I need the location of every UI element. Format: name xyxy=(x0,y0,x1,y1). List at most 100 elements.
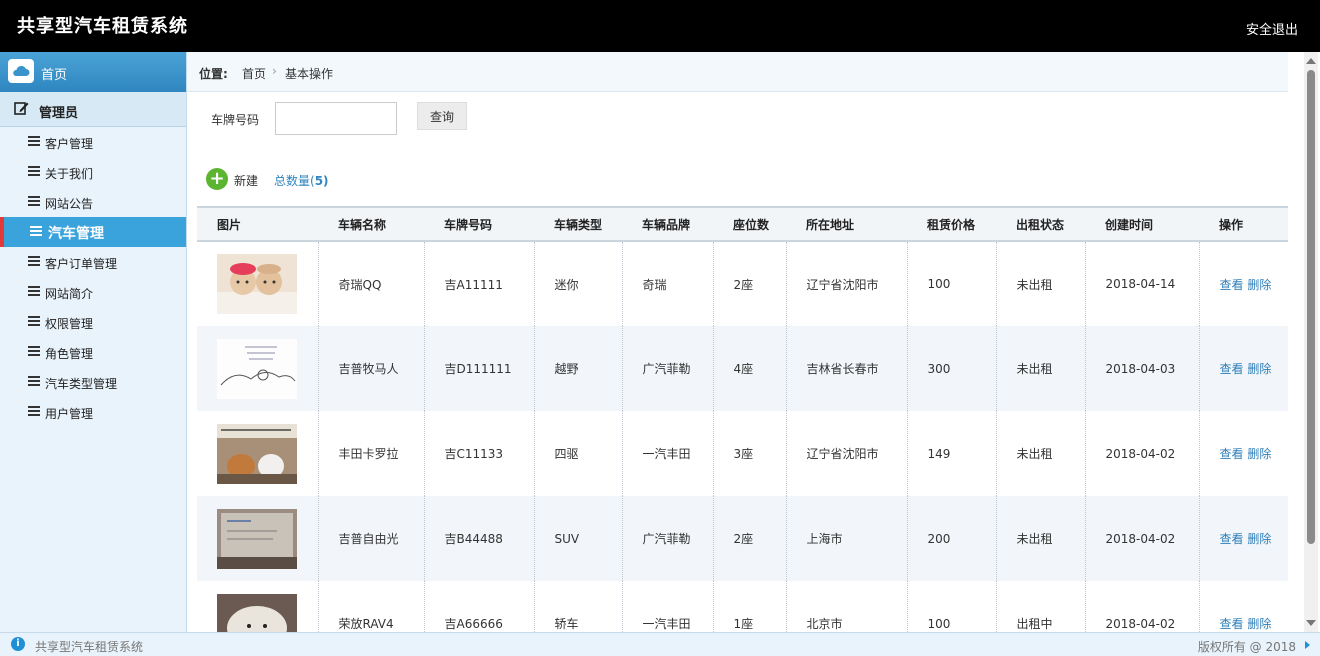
sidebar-home-label: 首页 xyxy=(41,68,68,83)
car-type: 越野 xyxy=(534,326,623,411)
car-address: 辽宁省沈阳市 xyxy=(786,411,908,496)
top-bar: 共享型汽车租赁系统 安全退出 xyxy=(0,0,1320,52)
cloud-icon xyxy=(8,59,34,83)
car-created: 2018-04-03 xyxy=(1085,326,1200,411)
sidebar-item-permissions[interactable]: 权限管理 xyxy=(0,307,186,337)
breadcrumb-position-label: 位置: xyxy=(199,67,228,81)
row-actions: 查看 删除 xyxy=(1199,581,1288,632)
sidebar-item-label: 客户管理 xyxy=(45,137,94,151)
sidebar-home[interactable]: 首页 xyxy=(0,52,186,92)
breadcrumb-separator: › xyxy=(272,64,277,78)
caret-right-icon[interactable] xyxy=(1305,641,1310,649)
column-header: 操作 xyxy=(1199,206,1288,242)
sidebar-item-label: 汽车管理 xyxy=(48,226,104,242)
view-link[interactable]: 查看 xyxy=(1220,447,1244,461)
car-name: 吉普自由光 xyxy=(318,496,425,581)
delete-link[interactable]: 删除 xyxy=(1247,532,1271,546)
delete-link[interactable]: 删除 xyxy=(1247,447,1271,461)
column-header: 创建时间 xyxy=(1085,206,1199,242)
car-brand: 广汽菲勒 xyxy=(622,326,714,411)
search-button[interactable]: 查询 xyxy=(417,102,467,130)
footer: i 共享型汽车租赁系统 版权所有 @ 2018 xyxy=(0,632,1320,656)
sidebar-item-label: 网站简介 xyxy=(45,287,94,301)
car-image-cell xyxy=(197,241,319,326)
car-status: 出租中 xyxy=(996,581,1086,632)
view-link[interactable]: 查看 xyxy=(1220,278,1244,292)
logout-link[interactable]: 安全退出 xyxy=(1246,19,1298,38)
app-title: 共享型汽车租赁系统 xyxy=(17,16,188,37)
car-thumbnail[interactable] xyxy=(217,254,297,314)
sidebar-item-users[interactable]: 用户管理 xyxy=(0,397,186,427)
plate-search-label: 车牌号码 xyxy=(211,113,260,127)
plate-search-input[interactable] xyxy=(275,102,397,135)
car-created: 2018-04-02 xyxy=(1085,581,1200,632)
car-brand: 一汽丰田 xyxy=(622,581,714,632)
car-name: 丰田卡罗拉 xyxy=(318,411,425,496)
sidebar-item-car-types[interactable]: 汽车类型管理 xyxy=(0,367,186,397)
table-row: 吉普自由光 吉B44488 SUV 广汽菲勒 2座 上海市 200 未出租 20… xyxy=(197,496,1288,581)
car-price: 100 xyxy=(907,581,997,632)
row-actions: 查看 删除 xyxy=(1199,411,1288,496)
car-thumbnail[interactable] xyxy=(217,423,297,484)
sidebar-item-label: 网站公告 xyxy=(45,197,94,211)
delete-link[interactable]: 删除 xyxy=(1247,362,1271,376)
column-header: 车辆名称 xyxy=(318,206,424,242)
scrollbar-thumb[interactable] xyxy=(1307,70,1315,544)
car-type: 四驱 xyxy=(534,411,623,496)
car-address: 北京市 xyxy=(786,581,908,632)
sidebar-item-label: 用户管理 xyxy=(45,407,94,421)
car-plate: 吉A66666 xyxy=(424,581,535,632)
sidebar-item-about[interactable]: 关于我们 xyxy=(0,157,186,187)
view-link[interactable]: 查看 xyxy=(1220,617,1244,631)
sidebar-item-label: 关于我们 xyxy=(45,167,94,181)
car-thumbnail[interactable] xyxy=(217,593,297,633)
list-icon xyxy=(28,166,40,177)
sidebar-item-label: 客户订单管理 xyxy=(45,257,118,271)
scroll-up-arrow-icon[interactable] xyxy=(1306,58,1316,64)
edit-icon xyxy=(14,101,29,119)
car-address: 吉林省长春市 xyxy=(786,326,908,411)
row-actions: 查看 删除 xyxy=(1199,326,1288,411)
breadcrumb: 位置: 首页 › 基本操作 xyxy=(187,52,1288,92)
breadcrumb-home-link[interactable]: 首页 xyxy=(242,65,266,82)
car-thumbnail[interactable] xyxy=(217,508,297,569)
car-status: 未出租 xyxy=(996,326,1086,411)
delete-link[interactable]: 删除 xyxy=(1247,617,1271,631)
car-name: 荣放RAV4 xyxy=(318,581,425,632)
car-seats: 1座 xyxy=(713,581,787,632)
new-button-label: 新建 xyxy=(234,174,259,188)
car-price: 100 xyxy=(907,241,997,326)
view-link[interactable]: 查看 xyxy=(1220,532,1244,546)
sidebar-admin-header[interactable]: 管理员 xyxy=(0,92,186,127)
car-brand: 广汽菲勒 xyxy=(622,496,714,581)
total-count-value: 5 xyxy=(314,174,324,188)
sidebar-item-site-intro[interactable]: 网站简介 xyxy=(0,277,186,307)
car-price: 149 xyxy=(907,411,997,496)
column-header: 租赁价格 xyxy=(907,206,996,242)
vertical-scrollbar[interactable] xyxy=(1304,52,1318,632)
list-icon xyxy=(28,346,40,357)
car-name: 吉普牧马人 xyxy=(318,326,425,411)
car-thumbnail[interactable] xyxy=(217,338,297,399)
car-brand: 一汽丰田 xyxy=(622,411,714,496)
car-name: 奇瑞QQ xyxy=(318,241,425,326)
car-address: 上海市 xyxy=(786,496,908,581)
sidebar-item-orders[interactable]: 客户订单管理 xyxy=(0,247,186,277)
car-status: 未出租 xyxy=(996,411,1086,496)
sidebar-item-announcements[interactable]: 网站公告 xyxy=(0,187,186,217)
table-row: 丰田卡罗拉 吉C11133 四驱 一汽丰田 3座 辽宁省沈阳市 149 未出租 … xyxy=(197,411,1288,496)
footer-system-name: 共享型汽车租赁系统 xyxy=(35,640,144,654)
delete-link[interactable]: 删除 xyxy=(1247,278,1271,292)
total-count-close: ) xyxy=(323,174,329,188)
sidebar-item-customers[interactable]: 客户管理 xyxy=(0,127,186,157)
car-type: SUV xyxy=(534,496,623,581)
table-row: 吉普牧马人 吉D111111 越野 广汽菲勒 4座 吉林省长春市 300 未出租… xyxy=(197,326,1288,411)
sidebar-item-label: 角色管理 xyxy=(45,347,94,361)
car-created: 2018-04-02 xyxy=(1085,496,1200,581)
total-count[interactable]: 总数量(5) xyxy=(274,172,329,189)
scroll-down-arrow-icon[interactable] xyxy=(1306,620,1316,626)
view-link[interactable]: 查看 xyxy=(1220,362,1244,376)
sidebar-item-roles[interactable]: 角色管理 xyxy=(0,337,186,367)
sidebar-item-cars[interactable]: 汽车管理 xyxy=(0,217,186,247)
table-row: 奇瑞QQ 吉A11111 迷你 奇瑞 2座 辽宁省沈阳市 100 未出租 201… xyxy=(197,241,1288,326)
